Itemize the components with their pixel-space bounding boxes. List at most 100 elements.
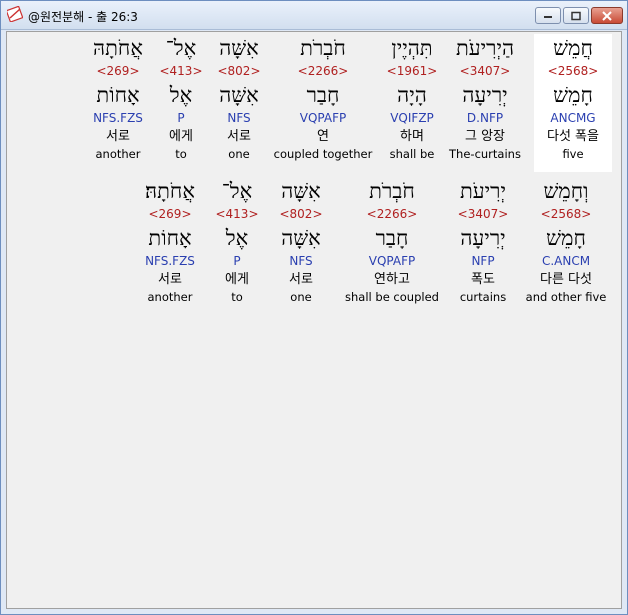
strong-number[interactable]: <413> (155, 62, 207, 80)
word-cell[interactable]: אֲחֹתָהּ׃ <269> אָחוֹת NFS.FZS 서로 anothe… (135, 177, 205, 305)
english-gloss: one (290, 290, 312, 304)
minimize-icon (544, 15, 552, 18)
hebrew-lemma: חָבַר (375, 226, 409, 250)
close-icon (602, 10, 612, 21)
english-gloss: coupled together (273, 147, 373, 161)
korean-gloss: 그 앙장 (464, 129, 505, 144)
parse-code: D.NFP (466, 111, 504, 125)
english-gloss: shall be (389, 147, 435, 161)
parse-code: NFS (227, 111, 251, 125)
english-gloss: to (175, 147, 187, 161)
title-bar[interactable]: @원전분해 - 출 26:3 (1, 1, 627, 30)
word-cell[interactable]: חֹבְרֹת <2266> חָבַר VQPAFP 연하고 shall be… (340, 177, 444, 305)
hebrew-text: תִּהְיֶין (391, 36, 433, 60)
parse-code: ANCMG (550, 111, 596, 125)
hebrew-lemma: אִשָּׁה (281, 226, 321, 250)
korean-gloss: 서로 (289, 272, 313, 287)
hebrew-lemma: יְרִיעָה (460, 226, 506, 250)
strong-number[interactable]: <3407> (444, 205, 522, 223)
korean-gloss: 서로 (227, 129, 251, 144)
hebrew-text: אֶל־ (221, 179, 253, 203)
hebrew-lemma: חָמֵשׁ (546, 226, 586, 250)
english-gloss: five (562, 147, 584, 161)
word-cell[interactable]: אִשָּׁה <802> אִשָּׁה NFS 서로 one (210, 34, 268, 162)
hebrew-lemma: אָחוֹת (148, 226, 192, 250)
english-gloss: and other five (525, 290, 607, 304)
korean-gloss: 폭도 (471, 272, 495, 287)
hebrew-text: וְחָמֵשׁ (543, 179, 589, 203)
korean-gloss: 서로 (158, 272, 182, 287)
window-controls (535, 7, 623, 24)
word-cell[interactable]: חֲמֵשׁ <2568> חָמֵשׁ ANCMG 다섯 폭을 five (534, 34, 612, 172)
window-title: @원전분해 - 출 26:3 (28, 10, 138, 24)
app-window: @원전분해 - 출 26:3 חֲמֵשׁ <2568> חָמֵשׁ ANCM… (0, 0, 628, 615)
interlinear-view[interactable]: חֲמֵשׁ <2568> חָמֵשׁ ANCMG 다섯 폭을 five הַ… (6, 31, 622, 609)
parse-code: VQIFZP (390, 111, 434, 125)
korean-gloss: 연하고 (374, 272, 410, 287)
maximize-icon (571, 11, 581, 20)
hebrew-text: אִשָּׁה (281, 179, 321, 203)
strong-number[interactable]: <2266> (271, 62, 375, 80)
english-gloss: another (147, 290, 193, 304)
english-gloss: shall be coupled (345, 290, 439, 304)
korean-gloss: 다섯 폭을 (547, 129, 599, 144)
hebrew-text: אִשָּׁה (219, 36, 259, 60)
strong-number[interactable]: <413> (211, 205, 263, 223)
hebrew-lemma: אָחוֹת (96, 83, 140, 107)
parse-code: P (233, 254, 241, 268)
parse-code: VQPAFP (299, 111, 347, 125)
parse-code: VQPAFP (368, 254, 416, 268)
korean-gloss: 다른 다섯 (540, 272, 592, 287)
word-cell[interactable]: יְרִיעֹת <3407> יְרִיעָה NFP 폭도 curtains (444, 177, 522, 305)
strong-number[interactable]: <1961> (377, 62, 447, 80)
strong-number[interactable]: <2568> (522, 205, 610, 223)
korean-gloss: 에게 (169, 129, 193, 144)
english-gloss: another (95, 147, 141, 161)
parse-code: NFS (289, 254, 313, 268)
hebrew-text: אֲחֹתָהּ׃ (145, 179, 195, 203)
hebrew-text: הַיְרִיעֹת (455, 36, 515, 60)
hebrew-text: אֶל־ (165, 36, 197, 60)
hebrew-text: חֲמֵשׁ (553, 36, 593, 60)
close-button[interactable] (591, 7, 623, 24)
strong-number[interactable]: <269> (135, 205, 205, 223)
korean-gloss: 서로 (106, 129, 130, 144)
word-cell[interactable]: אֶל־ <413> אֶל P 에게 to (211, 177, 263, 305)
app-icon[interactable] (5, 5, 24, 23)
maximize-button[interactable] (563, 7, 589, 24)
strong-number[interactable]: <3407> (440, 62, 530, 80)
parse-code: P (177, 111, 185, 125)
korean-gloss: 하며 (400, 129, 424, 144)
hebrew-text: חֹבְרֹת (369, 179, 415, 203)
word-cell[interactable]: אֲחֹתָהּ <269> אָחוֹת NFS.FZS 서로 another (85, 34, 151, 162)
english-gloss: The-curtains (449, 147, 521, 161)
word-cell[interactable]: תִּהְיֶין <1961> הָיָה VQIFZP 하며 shall b… (377, 34, 447, 162)
word-cell[interactable]: אֶל־ <413> אֶל P 에게 to (155, 34, 207, 162)
korean-gloss: 연 (317, 129, 329, 144)
strong-number[interactable]: <802> (210, 62, 268, 80)
english-gloss: curtains (459, 290, 507, 304)
strong-number[interactable]: <802> (271, 205, 331, 223)
hebrew-text: יְרִיעֹת (459, 179, 507, 203)
parse-code: C.ANCM (541, 254, 591, 268)
word-cell[interactable]: וְחָמֵשׁ <2568> חָמֵשׁ C.ANCM 다른 다섯 and … (522, 177, 610, 305)
english-gloss: to (231, 290, 243, 304)
hebrew-lemma: חָמֵשׁ (553, 83, 593, 107)
word-cell[interactable]: הַיְרִיעֹת <3407> יְרִיעָה D.NFP 그 앙장 Th… (440, 34, 530, 162)
parse-code: NFS.FZS (145, 254, 195, 268)
strong-number[interactable]: <2266> (340, 205, 444, 223)
hebrew-lemma: אֶל (169, 83, 193, 107)
hebrew-lemma: הָיָה (397, 83, 427, 107)
word-cell[interactable]: אִשָּׁה <802> אִשָּׁה NFS 서로 one (271, 177, 331, 305)
hebrew-text: אֲחֹתָהּ (93, 36, 143, 60)
strong-number[interactable]: <2568> (534, 62, 612, 80)
minimize-button[interactable] (535, 7, 561, 24)
hebrew-lemma: אֶל (225, 226, 249, 250)
hebrew-text: חֹבְרֹת (300, 36, 346, 60)
hebrew-lemma: יְרִיעָה (462, 83, 508, 107)
parse-code: NFS.FZS (93, 111, 143, 125)
hebrew-lemma: אִשָּׁה (219, 83, 259, 107)
strong-number[interactable]: <269> (85, 62, 151, 80)
parse-code: NFP (471, 254, 495, 268)
word-cell[interactable]: חֹבְרֹת <2266> חָבַר VQPAFP 연 coupled to… (271, 34, 375, 162)
